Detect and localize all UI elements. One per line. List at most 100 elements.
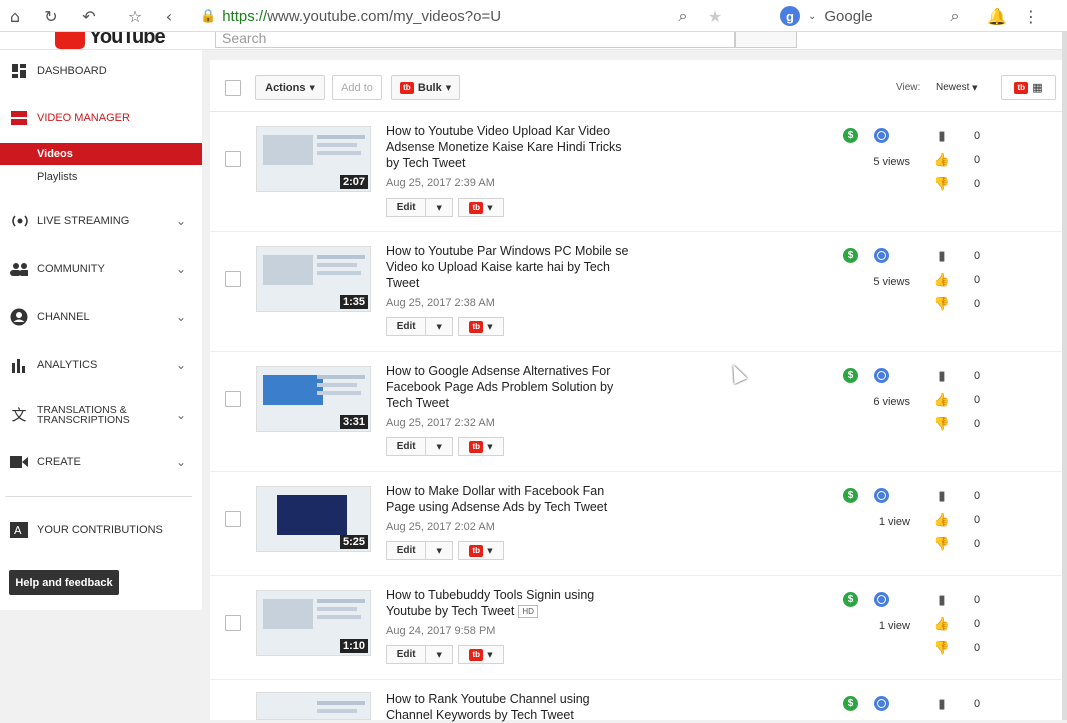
- video-date: Aug 25, 2017 2:38 AM: [386, 297, 495, 309]
- sidebar-item-community[interactable]: COMMUNITY ⌄: [0, 256, 202, 282]
- tubebuddy-menu-button[interactable]: tb ▼: [458, 645, 504, 664]
- tubebuddy-calendar-button[interactable]: tb ▦: [1001, 75, 1056, 100]
- row-checkbox[interactable]: [225, 615, 241, 631]
- row-checkbox[interactable]: [225, 271, 241, 287]
- video-title[interactable]: How to Youtube Video Upload Kar Video Ad…: [386, 123, 636, 171]
- address-bar[interactable]: 🔒 https://www.youtube.com/my_videos?o=U: [200, 4, 750, 28]
- thumbs-down-icon: 👎: [933, 416, 951, 432]
- edit-button[interactable]: Edit ▼: [386, 541, 453, 560]
- video-thumbnail[interactable]: 5:25: [256, 486, 371, 552]
- sidebar-sub-playlists[interactable]: Playlists: [0, 166, 202, 188]
- undo-icon[interactable]: ↶: [78, 5, 100, 27]
- tubebuddy-menu-button[interactable]: tb ▼: [458, 437, 504, 456]
- tubebuddy-icon: tb: [399, 81, 414, 94]
- sidebar-item-video-manager[interactable]: VIDEO MANAGER: [0, 105, 202, 131]
- bell-icon[interactable]: 🔔: [986, 5, 1008, 27]
- url-text: https://www.youtube.com/my_videos?o=U: [222, 7, 502, 25]
- thumbs-up-icon: 👍: [933, 616, 951, 632]
- yt-search-button[interactable]: [735, 32, 797, 48]
- video-row[interactable]: 5:25 How to Make Dollar with Facebook Fa…: [210, 472, 1062, 576]
- thumbs-down-icon: 👎: [933, 640, 951, 656]
- public-globe-icon[interactable]: [874, 696, 889, 711]
- monetization-icon[interactable]: $: [843, 368, 858, 383]
- star-icon[interactable]: ☆: [124, 5, 146, 27]
- search-engine-box[interactable]: g ⌄ Google: [780, 4, 970, 28]
- bookmark-star-icon[interactable]: ★: [704, 5, 726, 27]
- edit-button[interactable]: Edit ▼: [386, 437, 453, 456]
- sidebar-item-label: LIVE STREAMING: [37, 215, 130, 227]
- video-thumbnail[interactable]: 3:31: [256, 366, 371, 432]
- view-sort-select[interactable]: Newest ▼: [936, 82, 978, 93]
- video-thumbnail[interactable]: [256, 692, 371, 720]
- video-title[interactable]: How to Youtube Par Windows PC Mobile se …: [386, 243, 636, 291]
- reload-icon[interactable]: ↻: [40, 5, 62, 27]
- video-title[interactable]: How to Rank Youtube Channel using Channe…: [386, 691, 636, 723]
- tubebuddy-menu-button[interactable]: tb ▼: [458, 541, 504, 560]
- public-globe-icon[interactable]: [874, 128, 889, 143]
- back-icon[interactable]: ‹: [158, 5, 180, 27]
- analytics-icon: [10, 356, 28, 374]
- row-checkbox[interactable]: [225, 511, 241, 527]
- public-globe-icon[interactable]: [874, 368, 889, 383]
- public-globe-icon[interactable]: [874, 248, 889, 263]
- menu-icon[interactable]: ⋮: [1020, 5, 1042, 27]
- like-count: 0: [974, 618, 981, 630]
- tubebuddy-menu-button[interactable]: tb ▼: [458, 317, 504, 336]
- sidebar-bottom-area: [0, 610, 202, 720]
- row-checkbox[interactable]: [225, 391, 241, 407]
- help-feedback-button[interactable]: Help and feedback: [9, 570, 119, 595]
- sidebar-item-live-streaming[interactable]: LIVE STREAMING ⌄: [0, 208, 202, 234]
- public-globe-icon[interactable]: [874, 592, 889, 607]
- home-icon[interactable]: ⌂: [4, 5, 26, 27]
- sidebar-item-label: ANALYTICS: [37, 359, 98, 371]
- sidebar-item-channel[interactable]: CHANNEL ⌄: [0, 304, 202, 330]
- video-row[interactable]: How to Rank Youtube Channel using Channe…: [210, 680, 1062, 723]
- sidebar-item-dashboard[interactable]: DASHBOARD: [0, 58, 202, 84]
- comment-icon: ▮: [938, 368, 946, 384]
- bulk-button[interactable]: tb Bulk ▼: [391, 75, 460, 100]
- sidebar-item-analytics[interactable]: ANALYTICS ⌄: [0, 352, 202, 378]
- sidebar-sub-videos[interactable]: Videos: [0, 143, 202, 165]
- public-globe-icon[interactable]: [874, 488, 889, 503]
- edit-button[interactable]: Edit ▼: [386, 317, 453, 336]
- monetization-icon[interactable]: $: [843, 488, 858, 503]
- video-thumbnail[interactable]: 1:10: [256, 590, 371, 656]
- view-count: 6 views: [873, 396, 910, 408]
- tubebuddy-icon: tb: [469, 544, 484, 557]
- video-thumbnail[interactable]: 2:07: [256, 126, 371, 192]
- youtube-logo[interactable]: YouTube: [55, 32, 166, 49]
- edit-button[interactable]: Edit ▼: [386, 645, 453, 664]
- video-row[interactable]: 1:35 How to Youtube Par Windows PC Mobil…: [210, 232, 1062, 352]
- sidebar-item-contributions[interactable]: A YOUR CONTRIBUTIONS: [0, 517, 202, 543]
- row-checkbox[interactable]: [225, 151, 241, 167]
- video-row[interactable]: 2:07 How to Youtube Video Upload Kar Vid…: [210, 112, 1062, 232]
- video-row[interactable]: 1:10 How to Tubebuddy Tools Signin using…: [210, 576, 1062, 680]
- monetization-icon[interactable]: $: [843, 128, 858, 143]
- sidebar-item-create[interactable]: CREATE ⌄: [0, 449, 202, 475]
- sidebar-item-translations[interactable]: 文 TRANSLATIONS & TRANSCRIPTIONS ⌄: [0, 400, 202, 430]
- monetization-icon[interactable]: $: [843, 696, 858, 711]
- comment-icon: ▮: [938, 128, 946, 144]
- add-to-button[interactable]: Add to: [332, 75, 382, 100]
- monetization-icon[interactable]: $: [843, 592, 858, 607]
- video-title[interactable]: How to Tubebuddy Tools Signin using Yout…: [386, 587, 636, 619]
- monetization-icon[interactable]: $: [843, 248, 858, 263]
- select-all-checkbox[interactable]: [225, 80, 241, 96]
- zoom-search-icon[interactable]: ⌕: [672, 5, 694, 27]
- tubebuddy-menu-button[interactable]: tb ▼: [458, 198, 504, 217]
- video-thumbnail[interactable]: 1:35: [256, 246, 371, 312]
- video-title[interactable]: How to Google Adsense Alternatives For F…: [386, 363, 636, 411]
- tubebuddy-icon: tb: [469, 648, 484, 661]
- youtube-wordmark: YouTube: [89, 32, 166, 48]
- video-row[interactable]: 3:31 How to Google Adsense Alternatives …: [210, 352, 1062, 472]
- page-scrollbar[interactable]: [1062, 32, 1067, 720]
- video-title[interactable]: How to Make Dollar with Facebook Fan Pag…: [386, 483, 636, 515]
- actions-button[interactable]: Actions ▼: [255, 75, 325, 100]
- create-icon: [10, 453, 28, 471]
- yt-search-input[interactable]: Search: [215, 32, 735, 48]
- edit-label: Edit: [387, 542, 427, 559]
- search-icon[interactable]: ⌕: [944, 5, 966, 27]
- thumbs-up-icon: 👍: [933, 272, 951, 288]
- edit-button[interactable]: Edit ▼: [386, 198, 453, 217]
- tubebuddy-icon: tb: [469, 440, 484, 453]
